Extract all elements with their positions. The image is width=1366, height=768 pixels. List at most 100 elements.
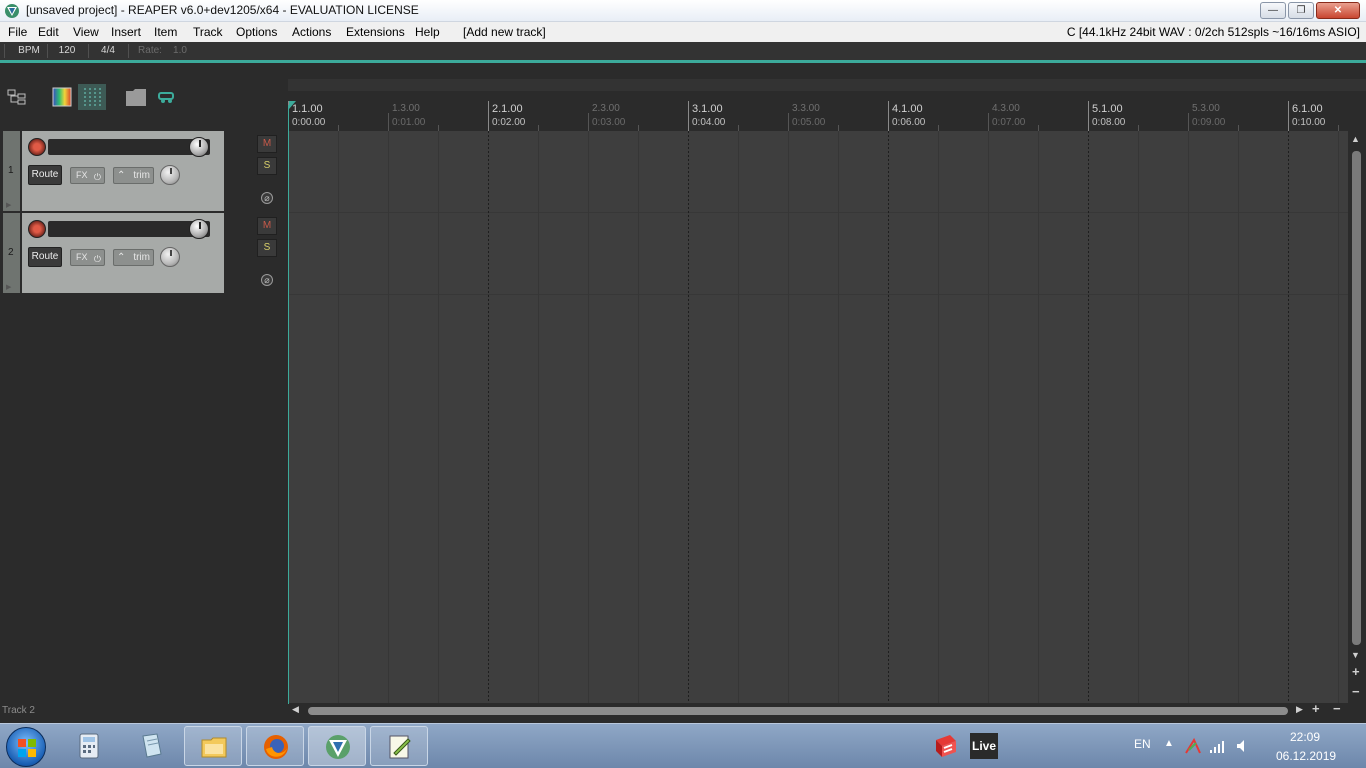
volume-speaker-icon[interactable] <box>1235 738 1251 754</box>
pan-knob[interactable] <box>160 247 180 267</box>
vertical-scroll-thumb[interactable] <box>1352 151 1361 645</box>
menu-options[interactable]: Options <box>236 25 277 39</box>
scroll-right-icon[interactable]: ▶ <box>1296 704 1303 715</box>
horizontal-scrollbar[interactable]: ◀ ▶ + − <box>288 701 1366 718</box>
record-arm-button[interactable] <box>28 138 46 156</box>
fx-bypass-icon[interactable]: ⏻ <box>94 170 101 185</box>
track-tree-icon[interactable] <box>7 88 27 106</box>
menu-view[interactable]: View <box>73 25 99 39</box>
language-indicator[interactable]: EN <box>1134 737 1151 751</box>
grid-line <box>1138 131 1139 703</box>
menu-help[interactable]: Help <box>415 25 440 39</box>
mute-button[interactable]: M <box>257 217 277 235</box>
zoom-out-horizontal-icon[interactable]: − <box>1333 701 1341 716</box>
ripple-edit-icon[interactable] <box>157 90 177 104</box>
track-1[interactable]: 1 ▶ Route FX ⏻ ⌃ trim M S ⌀ <box>3 131 280 211</box>
minimize-button[interactable]: — <box>1260 2 1286 19</box>
solo-button[interactable]: S <box>257 157 277 175</box>
grid-line <box>988 131 989 703</box>
clock-time[interactable]: 22:09 <box>1290 730 1320 744</box>
vertical-scrollbar[interactable]: ▲ ▼ + − <box>1348 131 1366 703</box>
scroll-up-icon[interactable]: ▲ <box>1351 134 1360 144</box>
grid-toggle-button[interactable] <box>78 84 106 110</box>
fx-button[interactable]: FX ⏻ <box>70 167 105 184</box>
fx-bypass-icon[interactable]: ⏻ <box>94 252 101 267</box>
clock-date[interactable]: 06.12.2019 <box>1276 749 1336 763</box>
zoom-in-vertical-icon[interactable]: + <box>1352 664 1360 679</box>
mute-button[interactable]: M <box>257 135 277 153</box>
taskbar-calculator[interactable] <box>60 726 118 766</box>
taskbar-editor[interactable] <box>370 726 428 766</box>
spectral-color-icon[interactable] <box>52 87 72 107</box>
fx-button[interactable]: FX ⏻ <box>70 249 105 266</box>
grid-line <box>1338 131 1339 703</box>
bar-line <box>488 131 489 703</box>
phase-invert-button[interactable]: ⌀ <box>261 192 273 204</box>
timeline-ruler[interactable]: 1.1.00 0:00.00 1.3.00 0:01.00 2.1.00 0:0… <box>288 101 1366 131</box>
horizontal-scroll-thumb[interactable] <box>308 707 1288 715</box>
zoom-out-vertical-icon[interactable]: − <box>1352 684 1360 699</box>
pan-knob[interactable] <box>160 165 180 185</box>
grid-line <box>638 131 639 703</box>
grid-line <box>1238 131 1239 703</box>
menu-track[interactable]: Track <box>193 25 223 39</box>
track-control-panel[interactable]: Route FX ⏻ ⌃ trim <box>22 131 224 211</box>
time-signature[interactable]: 4/4 <box>93 43 123 59</box>
route-button[interactable]: Route <box>28 247 62 267</box>
menu-bar: File Edit View Insert Item Track Options… <box>0 22 1366 42</box>
folder-icon[interactable] <box>125 87 147 107</box>
track-lane-divider <box>288 294 1348 295</box>
grid-line <box>538 131 539 703</box>
network-signal-icon[interactable] <box>1209 738 1227 754</box>
arrange-view[interactable] <box>288 131 1348 703</box>
track-2[interactable]: 2 ▶ Route FX ⏻ ⌃ trim M S ⌀ <box>3 213 280 293</box>
show-hidden-icons-icon[interactable]: ▲ <box>1164 738 1174 749</box>
menu-add-new-track[interactable]: [Add new track] <box>463 25 546 39</box>
volume-knob[interactable] <box>189 219 209 239</box>
folder-collapse-icon[interactable]: ▶ <box>6 283 11 291</box>
bar-line <box>888 131 889 703</box>
grid-line <box>788 131 789 703</box>
sketchup-tray-icon[interactable] <box>932 732 960 760</box>
taskbar-notepad[interactable] <box>122 726 180 766</box>
menu-edit[interactable]: Edit <box>38 25 59 39</box>
edit-cursor-marker[interactable] <box>289 101 296 109</box>
zoom-in-horizontal-icon[interactable]: + <box>1312 701 1320 716</box>
scroll-left-icon[interactable]: ◀ <box>292 704 299 715</box>
audio-device-status[interactable]: C [44.1kHz 24bit WAV : 0/2ch 512spls ~16… <box>1067 25 1360 39</box>
solo-button[interactable]: S <box>257 239 277 257</box>
menu-actions[interactable]: Actions <box>292 25 331 39</box>
region-lane[interactable] <box>288 79 1366 91</box>
folder-collapse-icon[interactable]: ▶ <box>6 201 11 209</box>
track-number-strip[interactable]: 2 ▶ <box>3 213 20 293</box>
maximize-button[interactable]: ❐ <box>1288 2 1314 19</box>
action-center-flag-icon[interactable] <box>1184 738 1202 754</box>
bpm-value[interactable]: 120 <box>52 43 82 59</box>
start-button[interactable] <box>6 727 46 767</box>
menu-insert[interactable]: Insert <box>111 25 141 39</box>
track-name-field[interactable] <box>48 139 210 155</box>
ableton-live-tray-icon[interactable]: Live <box>970 733 998 759</box>
close-button[interactable]: ✕ <box>1316 2 1360 19</box>
volume-knob[interactable] <box>189 137 209 157</box>
taskbar-reaper[interactable] <box>308 726 366 766</box>
selected-track-status: Track 2 <box>2 705 35 716</box>
bpm-label: BPM <box>18 45 40 56</box>
scroll-down-icon[interactable]: ▼ <box>1351 650 1360 660</box>
track-number-strip[interactable]: 1 ▶ <box>3 131 20 211</box>
automation-mode-button[interactable]: ⌃ trim <box>113 167 154 184</box>
automation-mode-button[interactable]: ⌃ trim <box>113 249 154 266</box>
phase-invert-button[interactable]: ⌀ <box>261 274 273 286</box>
track-control-panel[interactable]: Route FX ⏻ ⌃ trim <box>22 213 224 293</box>
record-arm-button[interactable] <box>28 220 46 238</box>
route-button[interactable]: Route <box>28 165 62 185</box>
track-name-field[interactable] <box>48 221 210 237</box>
menu-extensions[interactable]: Extensions <box>346 25 405 39</box>
menu-item[interactable]: Item <box>154 25 177 39</box>
envelope-icon: ⌃ <box>117 252 126 263</box>
fx-label: FX <box>76 170 88 180</box>
menu-file[interactable]: File <box>8 25 27 39</box>
taskbar-firefox[interactable] <box>246 726 304 766</box>
rate-value[interactable]: 1.0 <box>168 43 192 59</box>
taskbar-explorer[interactable] <box>184 726 242 766</box>
